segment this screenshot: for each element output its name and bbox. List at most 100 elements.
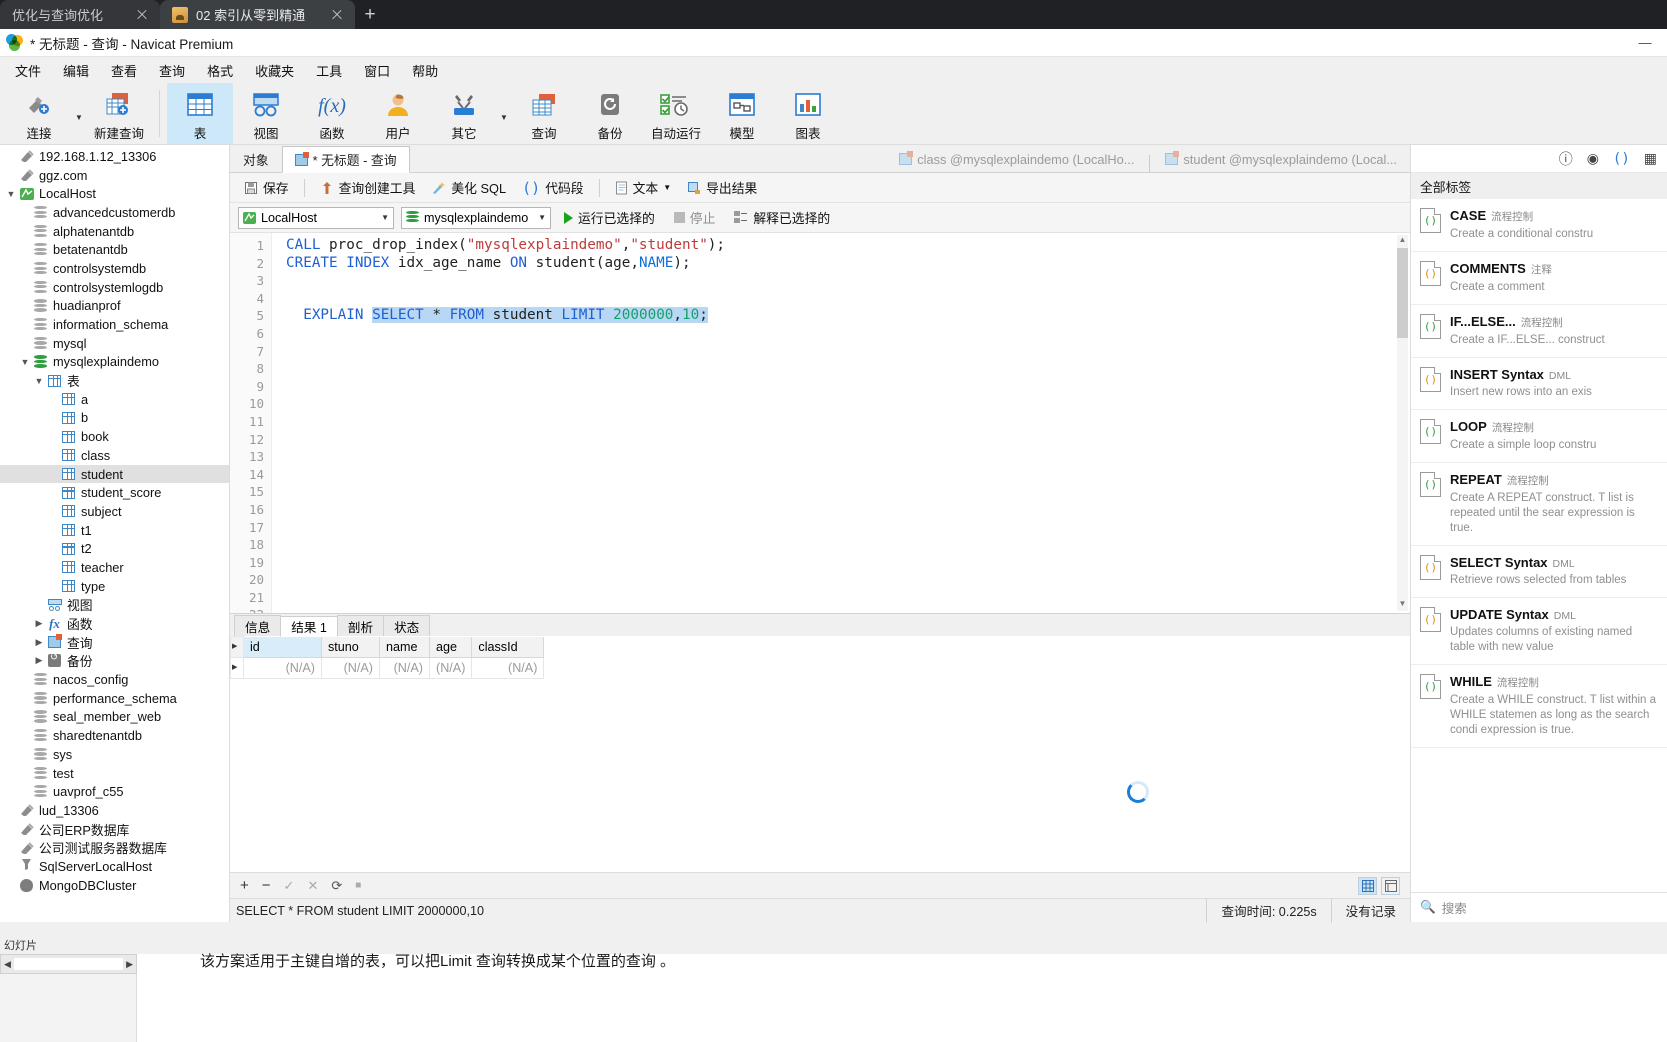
snippet-item-IF...ELSE...[interactable]: () IF...ELSE... 流程控制 Create a IF...ELSE... …: [1411, 305, 1667, 358]
chevron-down-icon[interactable]: ▼: [72, 83, 86, 144]
tree-item-controlsystemdb[interactable]: controlsystemdb: [0, 259, 229, 278]
column-header-classId[interactable]: classId: [471, 636, 545, 658]
refresh-button[interactable]: ⟳: [331, 878, 342, 894]
object-tab-0[interactable]: 对象: [230, 145, 282, 172]
tree-item-teacher[interactable]: teacher: [0, 558, 229, 577]
scrollbar-track[interactable]: [13, 958, 124, 970]
tree-item-mysql[interactable]: mysql: [0, 334, 229, 353]
menu-item-5[interactable]: 收藏夹: [244, 58, 305, 83]
ribbon-自动运行[interactable]: 自动运行: [643, 83, 709, 144]
tree-item-type[interactable]: type: [0, 577, 229, 596]
editor-scrollbar[interactable]: ▲ ▼: [1397, 235, 1408, 611]
tree-item-book[interactable]: book: [0, 427, 229, 446]
chevron-down-icon[interactable]: ▼: [4, 189, 18, 199]
table-cell[interactable]: (N/A): [243, 657, 322, 679]
table-cell[interactable]: (N/A): [321, 657, 380, 679]
snippet-item-UPDATE Syntax[interactable]: () UPDATE Syntax DML Updates columns of exi…: [1411, 598, 1667, 665]
tree-item-student_score[interactable]: student_score: [0, 483, 229, 502]
grid-icon[interactable]: ▦: [1644, 150, 1657, 167]
object-tab-2[interactable]: class @mysqlexplaindemo (LocalHo...: [886, 145, 1147, 172]
snippet-item-SELECT Syntax[interactable]: () SELECT Syntax DML Retrieve rows selected…: [1411, 546, 1667, 598]
tree-item-uavprof_c55[interactable]: uavprof_c55: [0, 782, 229, 801]
ribbon-备份[interactable]: 备份: [577, 83, 643, 144]
minimize-icon[interactable]: —: [1623, 29, 1667, 57]
database-select[interactable]: mysqlexplaindemo ▼: [401, 206, 551, 229]
ribbon-表[interactable]: 表: [167, 83, 233, 144]
tree-item-查询[interactable]: ▶ 查询: [0, 633, 229, 652]
form-view-button[interactable]: [1381, 876, 1400, 895]
tree-item-a[interactable]: a: [0, 390, 229, 409]
chevron-down-icon[interactable]: ▼: [381, 213, 389, 222]
chevron-down-icon[interactable]: ▼: [497, 83, 511, 144]
tree-item-performance_schema[interactable]: performance_schema: [0, 689, 229, 708]
tree-item-betatenantdb[interactable]: betatenantdb: [0, 240, 229, 259]
stop-loading-button[interactable]: ■: [355, 880, 361, 891]
tree-item-t1[interactable]: t1: [0, 521, 229, 540]
apply-changes-button[interactable]: ✓: [284, 878, 295, 894]
tree-item-t2[interactable]: t2: [0, 539, 229, 558]
tree-item-class[interactable]: class: [0, 446, 229, 465]
ribbon-函数[interactable]: f(x) 函数: [299, 83, 365, 144]
tree-item-sharedtenantdb[interactable]: sharedtenantdb: [0, 726, 229, 745]
tree-item-advancedcustomerdb[interactable]: advancedcustomerdb: [0, 203, 229, 222]
chevron-right-icon[interactable]: ▶: [32, 655, 46, 666]
scroll-left-arrow-icon[interactable]: ◀: [4, 959, 11, 970]
snippet-item-COMMENTS[interactable]: () COMMENTS 注释 Create a comment: [1411, 252, 1667, 305]
table-cell[interactable]: (N/A): [428, 657, 473, 679]
scrollbar-thumb[interactable]: [1397, 248, 1408, 338]
add-record-button[interactable]: +: [240, 877, 249, 894]
tree-item-controlsystemlogdb[interactable]: controlsystemlogdb: [0, 278, 229, 297]
tree-item-MongoDBCluster[interactable]: MongoDBCluster: [0, 876, 229, 895]
scroll-up-arrow-icon[interactable]: ▲: [1397, 235, 1408, 247]
menu-item-3[interactable]: 查询: [148, 58, 196, 83]
result-grid[interactable]: idstunonameageclassId (N/A)(N/A)(N/A)(N/…: [230, 636, 1410, 872]
snippet-item-LOOP[interactable]: () LOOP 流程控制 Create a simple loop constru: [1411, 410, 1667, 463]
tree-item-表[interactable]: ▼ 表: [0, 371, 229, 390]
tree-item-SqlServerLocalHost[interactable]: SqlServerLocalHost: [0, 857, 229, 876]
sql-code-area[interactable]: CALL proc_drop_index("mysqlexplaindemo",…: [272, 233, 1410, 613]
chevron-right-icon[interactable]: ▶: [32, 637, 46, 648]
grid-view-button[interactable]: [1358, 876, 1377, 895]
tree-item-test[interactable]: test: [0, 764, 229, 783]
column-header-name[interactable]: name: [379, 636, 430, 658]
snippet-item-CASE[interactable]: () CASE 流程控制 Create a conditional constru: [1411, 199, 1667, 252]
close-icon[interactable]: [329, 7, 345, 23]
tree-item-b[interactable]: b: [0, 409, 229, 428]
ribbon-新建查询[interactable]: 新建查询: [86, 83, 152, 144]
column-header-stuno[interactable]: stuno: [321, 636, 380, 658]
tree-item-student[interactable]: student: [0, 464, 229, 484]
tree-item-备份[interactable]: ▶ 备份: [0, 652, 229, 671]
menu-item-0[interactable]: 文件: [4, 58, 52, 83]
object-tab-1[interactable]: * 无标题 - 查询: [281, 146, 410, 173]
result-tab-3[interactable]: 状态: [383, 615, 431, 636]
ribbon-用户[interactable]: 用户: [365, 83, 431, 144]
delete-record-button[interactable]: −: [262, 877, 271, 894]
ribbon-连接[interactable]: 连接: [6, 83, 72, 144]
result-tab-0[interactable]: 信息: [234, 615, 282, 636]
menu-item-4[interactable]: 格式: [196, 58, 244, 83]
table-cell[interactable]: (N/A): [379, 657, 430, 679]
stop-button[interactable]: 停止: [668, 205, 722, 230]
snippet-item-REPEAT[interactable]: () REPEAT 流程控制 Create A REPEAT construct. T…: [1411, 463, 1667, 546]
menu-item-7[interactable]: 窗口: [353, 58, 401, 83]
snippet-item-WHILE[interactable]: () WHILE 流程控制 Create a WHILE construct. T l…: [1411, 665, 1667, 748]
tree-item-lud_13306[interactable]: lud_13306: [0, 801, 229, 820]
snippet-item-INSERT Syntax[interactable]: () INSERT Syntax DML Insert new rows into a…: [1411, 358, 1667, 410]
new-tab-button[interactable]: +: [355, 0, 385, 29]
tree-item-公司ERP数据库[interactable]: 公司ERP数据库: [0, 820, 229, 839]
run-selected-button[interactable]: 运行已选择的: [558, 205, 661, 230]
tree-item-LocalHost[interactable]: ▼ LocalHost: [0, 184, 229, 203]
tree-item-huadianprof[interactable]: huadianprof: [0, 297, 229, 316]
table-row[interactable]: (N/A)(N/A)(N/A)(N/A)(N/A): [230, 657, 545, 679]
snippet-icon[interactable]: (): [1613, 151, 1630, 167]
horizontal-scrollbar[interactable]: ◀ ▶: [0, 954, 137, 974]
tree-item-ggz.com[interactable]: ggz.com: [0, 166, 229, 185]
menu-item-6[interactable]: 工具: [305, 58, 353, 83]
tree-item-mysqlexplaindemo[interactable]: ▼ mysqlexplaindemo: [0, 353, 229, 372]
tree-item-192.168.1.12_13306[interactable]: 192.168.1.12_13306: [0, 147, 229, 166]
column-header-age[interactable]: age: [428, 636, 473, 658]
ribbon-其它[interactable]: 其它: [431, 83, 497, 144]
save-button[interactable]: 保存: [238, 175, 295, 200]
menu-item-1[interactable]: 编辑: [52, 58, 100, 83]
chevron-right-icon[interactable]: ▶: [32, 618, 46, 629]
